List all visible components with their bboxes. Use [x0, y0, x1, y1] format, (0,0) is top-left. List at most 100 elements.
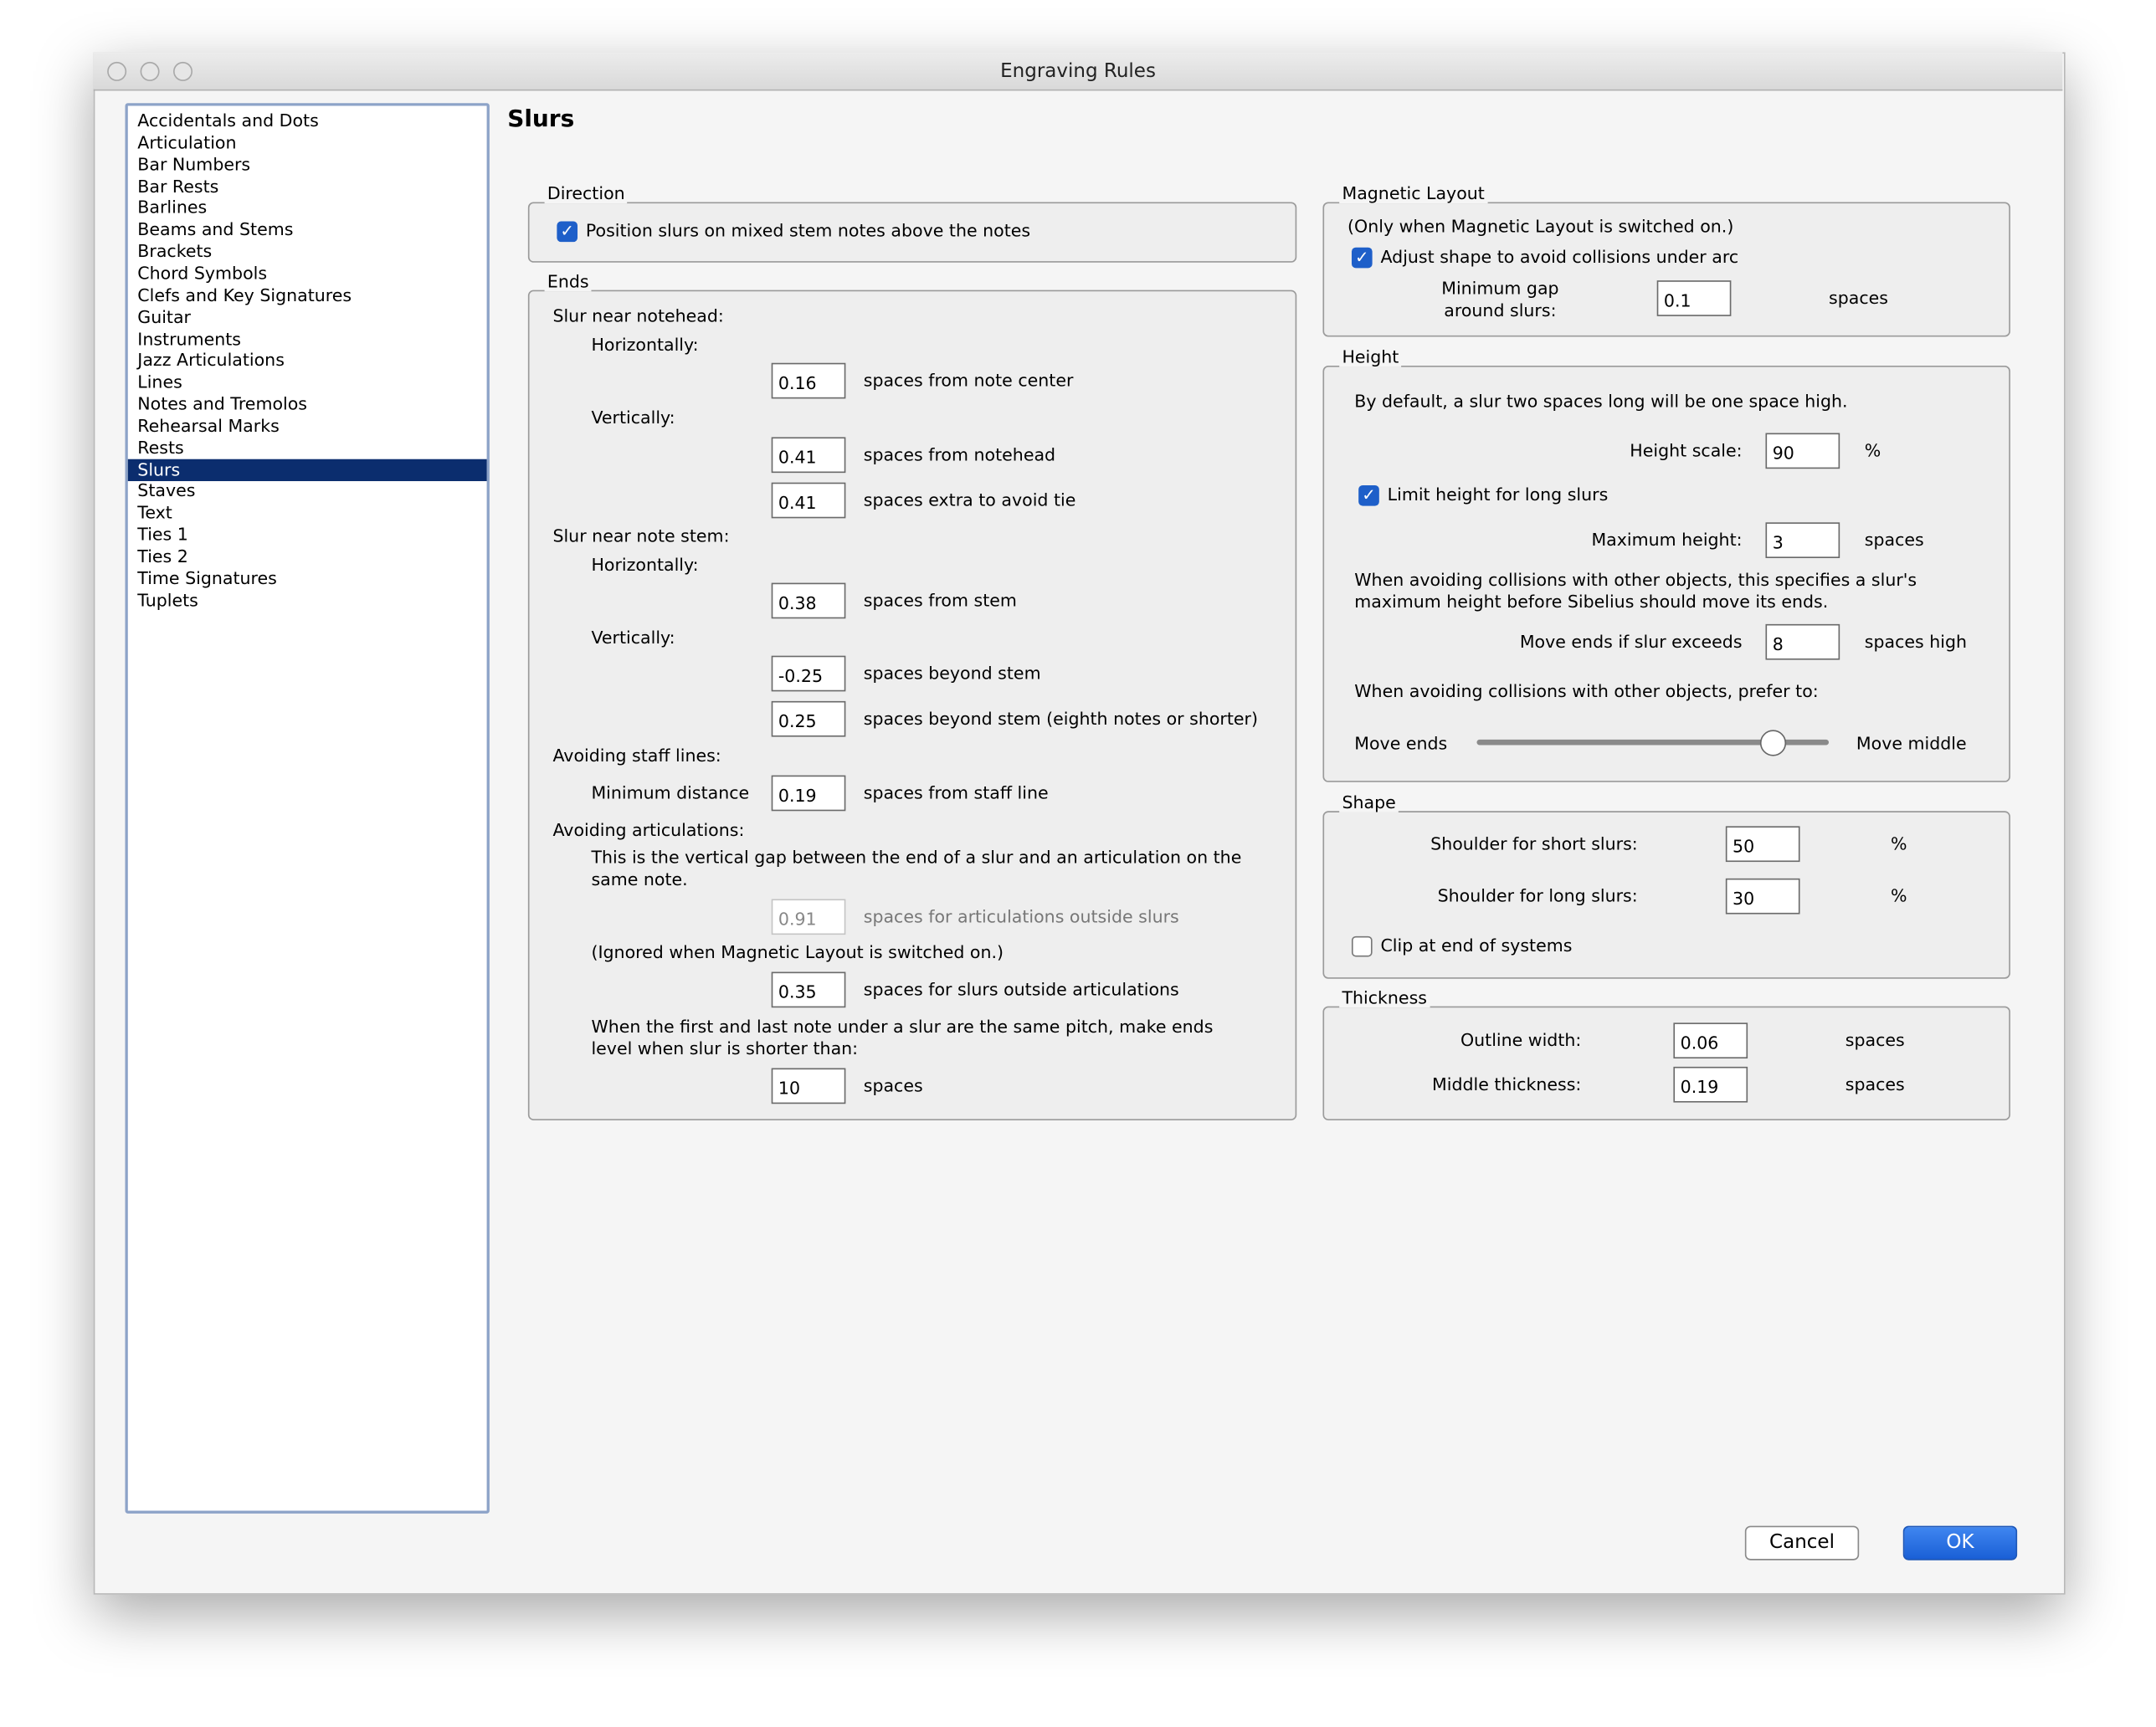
- sidebar-item[interactable]: Staves: [128, 480, 487, 502]
- sidebar-item[interactable]: Notes and Tremolos: [128, 393, 487, 415]
- adjust-shape-checkbox[interactable]: ✓: [1351, 247, 1373, 269]
- position-slurs-checkbox[interactable]: ✓: [557, 221, 578, 243]
- magnetic-legend: Magnetic Layout: [1339, 183, 1488, 204]
- sidebar-item[interactable]: Bar Rests: [128, 176, 487, 197]
- stem-horizontal-unit: spaces from stem: [863, 589, 1017, 611]
- max-height-unit: spaces: [1864, 529, 1924, 551]
- notehead-horizontal-input[interactable]: 0.16: [771, 362, 846, 399]
- min-distance-unit: spaces from staff line: [863, 782, 1049, 803]
- stem-horizontal-input[interactable]: 0.38: [771, 582, 846, 619]
- min-distance-input[interactable]: 0.19: [771, 775, 846, 812]
- sidebar-item[interactable]: Clefs and Key Signatures: [128, 284, 487, 306]
- cancel-button[interactable]: Cancel: [1744, 1525, 1860, 1560]
- sidebar-item[interactable]: Beams and Stems: [128, 219, 487, 241]
- sidebar-item[interactable]: Ties 1: [128, 524, 487, 546]
- sidebar-item[interactable]: Text: [128, 502, 487, 524]
- height-scale-unit: %: [1864, 439, 1881, 461]
- notehead-heading: Slur near notehead:: [552, 305, 724, 326]
- sidebar-item[interactable]: Slurs: [127, 459, 487, 481]
- level-unit: spaces: [863, 1074, 923, 1096]
- outline-width-label: Outline width:: [1460, 1029, 1582, 1051]
- sidebar-item[interactable]: Accidentals and Dots: [128, 110, 487, 131]
- slurs-outside-unit: spaces for slurs outside articulations: [863, 978, 1179, 1000]
- slider-left-label: Move ends: [1354, 732, 1448, 754]
- min-gap-unit: spaces: [1829, 287, 1889, 309]
- slurs-outside-input[interactable]: 0.35: [771, 971, 846, 1008]
- shape-legend: Shape: [1339, 792, 1399, 812]
- page-title: Slurs: [507, 105, 575, 134]
- category-list[interactable]: Accidentals and Dots Articulation Bar Numb…: [125, 103, 490, 1514]
- avoid-tie-input[interactable]: 0.41: [771, 482, 846, 519]
- stem-heading: Slur near note stem:: [552, 525, 730, 546]
- sidebar-item[interactable]: Bar Numbers: [128, 153, 487, 175]
- sidebar-item[interactable]: Rehearsal Marks: [128, 415, 487, 437]
- sidebar-item[interactable]: Lines: [128, 372, 487, 393]
- horizontally-label: Horizontally:: [591, 334, 699, 355]
- sidebar-item[interactable]: Barlines: [128, 197, 487, 219]
- stem-eighth-unit: spaces beyond stem (eighth notes or shor…: [863, 708, 1258, 729]
- sidebar-item[interactable]: Time Signatures: [128, 567, 487, 589]
- height-scale-input[interactable]: 90: [1765, 433, 1840, 469]
- vertically-label: Vertically:: [591, 627, 675, 648]
- sidebar-item[interactable]: Brackets: [128, 241, 487, 263]
- stem-vertical-unit: spaces beyond stem: [863, 662, 1041, 684]
- notehead-vertical-input[interactable]: 0.41: [771, 437, 846, 474]
- min-gap-input[interactable]: 0.1: [1656, 280, 1732, 316]
- sidebar-item[interactable]: Articulation: [128, 131, 487, 153]
- thickness-group: [1322, 1006, 2010, 1120]
- long-shoulder-label: Shoulder for long slurs:: [1437, 885, 1638, 906]
- limit-height-label: Limit height for long slurs: [1387, 484, 1609, 505]
- collision-description: When avoiding collisions with other obje…: [1354, 569, 1917, 612]
- limit-height-checkbox[interactable]: ✓: [1358, 484, 1379, 506]
- min-gap-label: Minimum gap around slurs:: [1441, 277, 1559, 320]
- max-height-input[interactable]: 3: [1765, 522, 1840, 559]
- clip-systems-label: Clip at end of systems: [1380, 935, 1573, 956]
- articulations-outside-input: 0.91: [771, 899, 846, 935]
- sidebar-item[interactable]: Rests: [128, 437, 487, 459]
- notehead-vertical-unit: spaces from notehead: [863, 443, 1056, 465]
- min-distance-label: Minimum distance: [591, 782, 750, 803]
- sidebar-item[interactable]: Chord Symbols: [128, 263, 487, 284]
- level-input[interactable]: 10: [771, 1068, 846, 1104]
- height-legend: Height: [1339, 347, 1402, 367]
- exceeds-input[interactable]: 8: [1765, 623, 1840, 660]
- clip-systems-checkbox[interactable]: [1351, 935, 1373, 957]
- ok-button[interactable]: OK: [1902, 1525, 2018, 1560]
- height-description: By default, a slur two spaces long will …: [1354, 390, 1848, 412]
- articulations-outside-unit: spaces for articulations outside slurs: [863, 905, 1179, 927]
- long-shoulder-input[interactable]: 30: [1725, 878, 1800, 915]
- prefer-slider-thumb[interactable]: [1759, 730, 1786, 756]
- vertically-label: Vertically:: [591, 407, 675, 428]
- short-shoulder-input[interactable]: 50: [1725, 826, 1800, 863]
- sidebar-item[interactable]: Ties 2: [128, 546, 487, 567]
- exceeds-unit: spaces high: [1864, 631, 1968, 652]
- sidebar-item[interactable]: Tuplets: [128, 589, 487, 611]
- adjust-shape-label: Adjust shape to avoid collisions under a…: [1380, 246, 1739, 267]
- outline-width-input[interactable]: 0.06: [1673, 1022, 1748, 1059]
- notehead-horizontal-unit: spaces from note center: [863, 369, 1074, 391]
- sidebar-item[interactable]: Guitar: [128, 306, 487, 328]
- ignored-note: (Ignored when Magnetic Layout is switche…: [591, 941, 1004, 963]
- sidebar-item[interactable]: Instruments: [128, 328, 487, 350]
- exceeds-label: Move ends if slur exceeds: [1519, 631, 1743, 652]
- short-shoulder-label: Shoulder for short slurs:: [1430, 833, 1638, 854]
- magnetic-note: (Only when Magnetic Layout is switched o…: [1348, 215, 1734, 237]
- level-description: When the first and last note under a slu…: [591, 1016, 1214, 1059]
- middle-thickness-unit: spaces: [1845, 1074, 1905, 1094]
- ends-legend: Ends: [544, 271, 592, 292]
- middle-thickness-input[interactable]: 0.19: [1673, 1066, 1748, 1103]
- articulations-description: This is the vertical gap between the end…: [591, 847, 1242, 889]
- height-scale-label: Height scale:: [1630, 439, 1743, 461]
- stem-eighth-input[interactable]: 0.25: [771, 700, 846, 737]
- stem-vertical-input[interactable]: -0.25: [771, 655, 846, 692]
- direction-legend: Direction: [544, 183, 628, 204]
- avoid-tie-unit: spaces extra to avoid tie: [863, 489, 1076, 510]
- articulations-heading: Avoiding articulations:: [552, 819, 745, 840]
- staff-lines-heading: Avoiding staff lines:: [552, 745, 721, 766]
- prefer-label: When avoiding collisions with other obje…: [1354, 680, 1819, 701]
- middle-thickness-label: Middle thickness:: [1432, 1074, 1582, 1094]
- position-slurs-label: Position slurs on mixed stem notes above…: [585, 219, 1031, 241]
- sidebar-item[interactable]: Jazz Articulations: [128, 350, 487, 372]
- window-title: Engraving Rules: [1000, 60, 1156, 83]
- thickness-legend: Thickness: [1339, 987, 1430, 1008]
